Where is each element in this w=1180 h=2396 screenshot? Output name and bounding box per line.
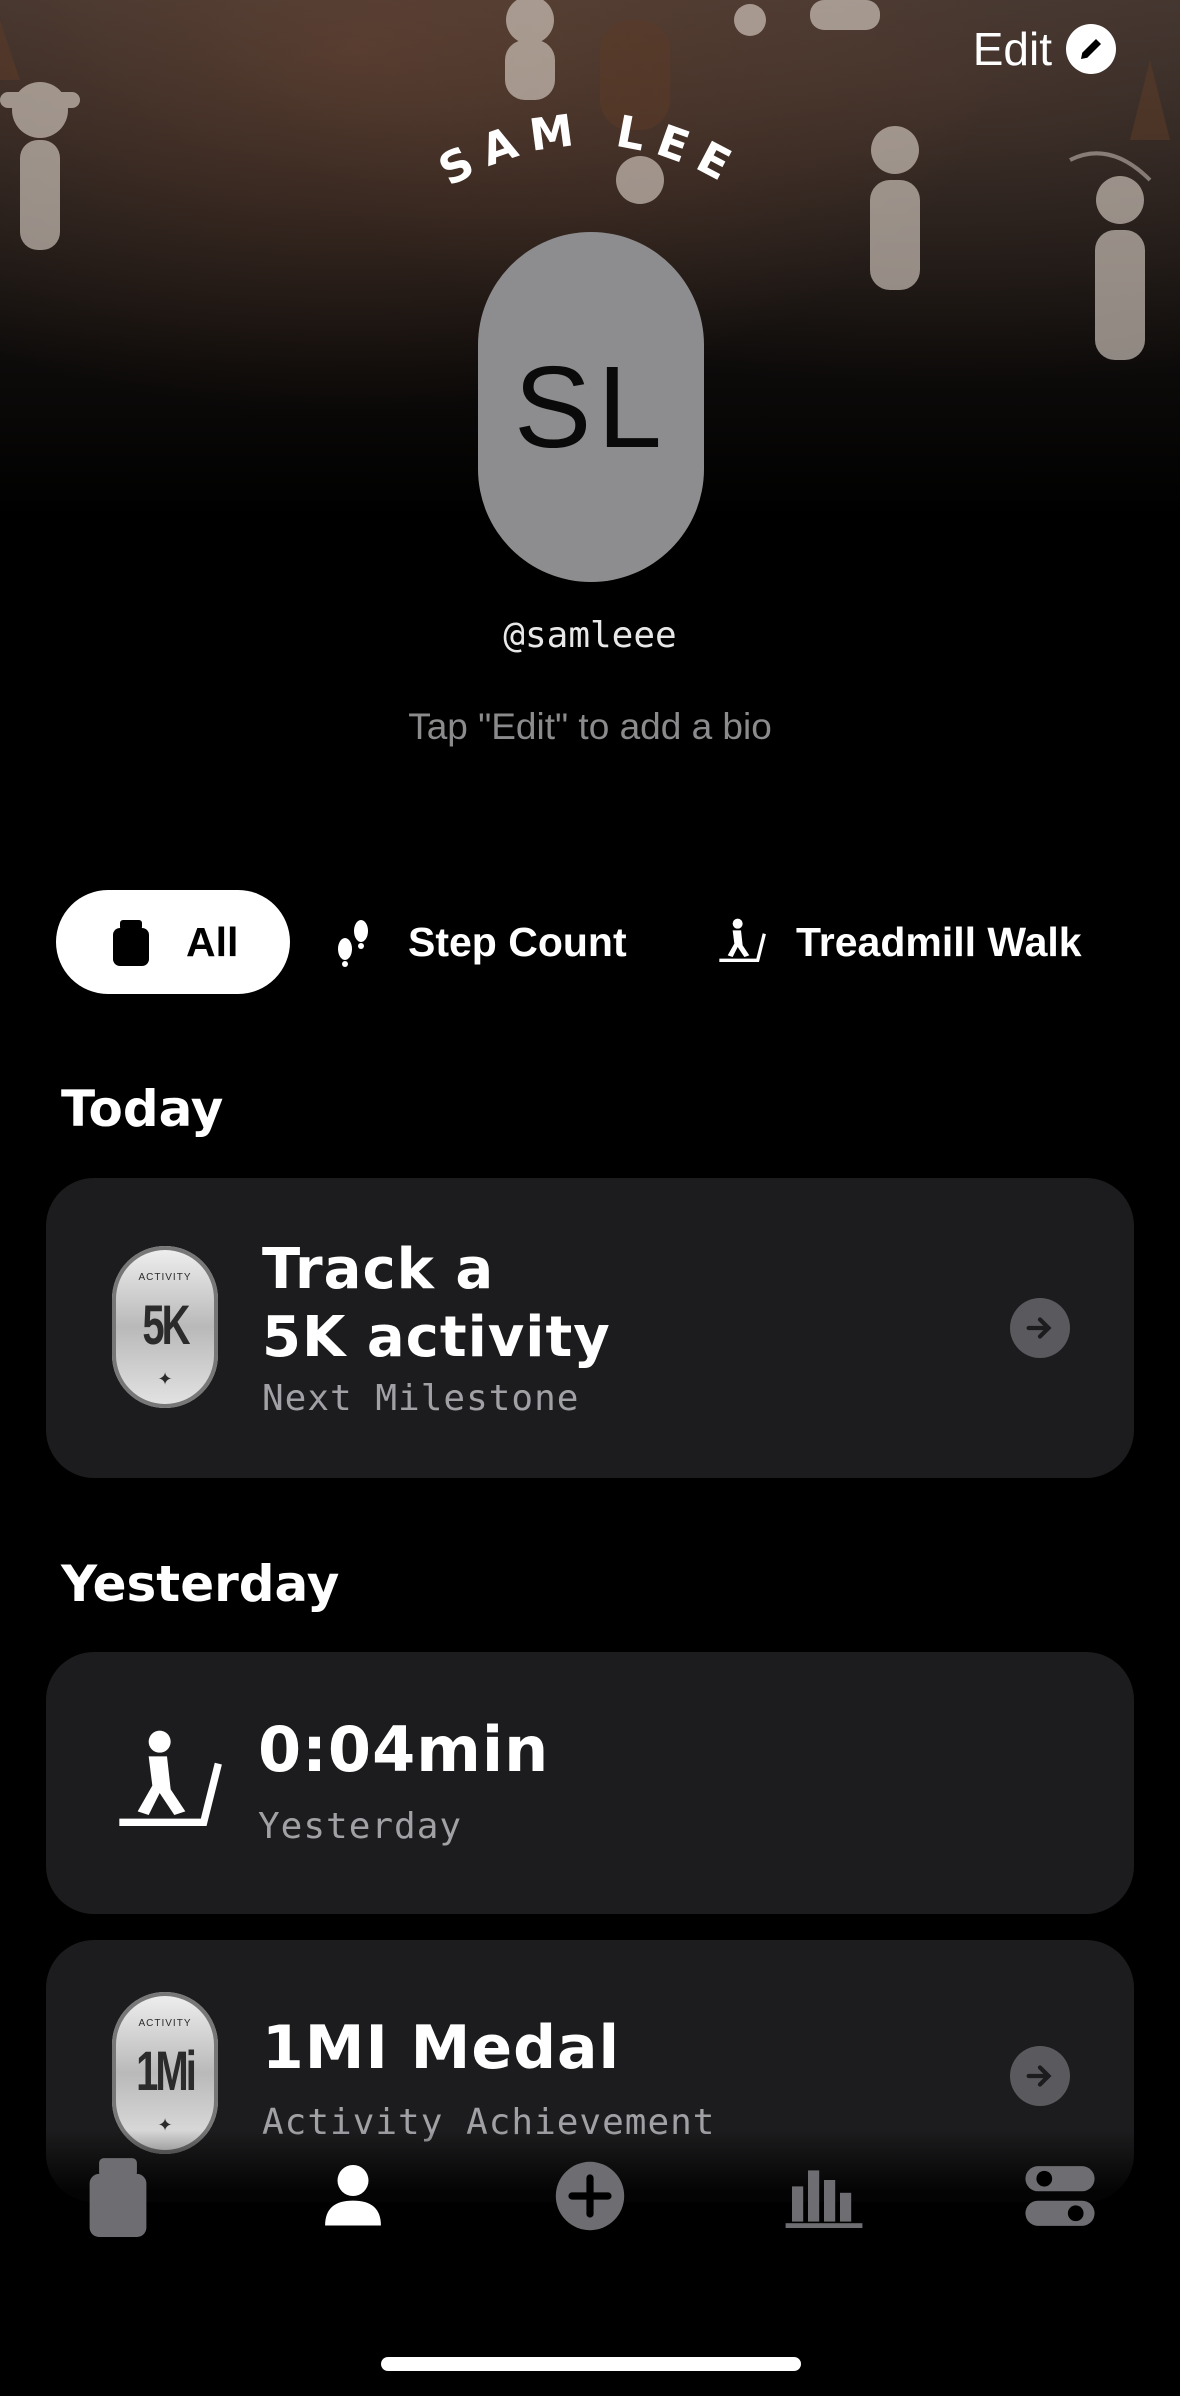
profile-name: SAM LEE — [431, 104, 738, 197]
edit-button[interactable]: Edit — [973, 22, 1116, 76]
bio-placeholder[interactable]: Tap "Edit" to add a bio — [0, 706, 1180, 748]
profile-handle: @samleee — [503, 615, 677, 656]
feed-tab[interactable] — [78, 2156, 158, 2237]
svg-text:SAM LEE: SAM LEE — [431, 104, 750, 197]
footsteps-icon — [328, 917, 378, 967]
bar-chart-icon — [785, 2170, 863, 2228]
stats-tab[interactable] — [784, 2156, 864, 2236]
pencil-icon — [1066, 24, 1116, 74]
milestone-subtitle: Next Milestone — [262, 1378, 580, 1419]
plus-circle-icon — [555, 2161, 625, 2231]
toggles-icon — [1025, 2166, 1095, 2226]
settings-tab[interactable] — [1020, 2156, 1100, 2236]
tab-bar — [0, 2130, 1180, 2280]
medal-caption: ACTIVITY — [138, 1272, 192, 1283]
filter-chip-treadmill-walk[interactable]: Treadmill Walk — [716, 890, 1082, 994]
activity-duration: 0:04min — [258, 1713, 550, 1786]
section-title-yesterday: Yesterday — [61, 1555, 340, 1613]
arrow-right-icon[interactable] — [1010, 1298, 1070, 1358]
medal-label: 5K — [142, 1295, 190, 1357]
profile-tab[interactable] — [313, 2156, 393, 2236]
filter-chip-all[interactable]: All — [56, 890, 291, 994]
activity-icon — [89, 2158, 147, 2237]
person-icon — [325, 2165, 381, 2226]
milestone-card[interactable]: ACTIVITY 5K ✦ Track a 5K activity Next M… — [46, 1178, 1134, 1478]
milestone-title-line2: 5K activity — [262, 1305, 611, 1370]
profile-name-arched: SAM LEE — [431, 104, 750, 197]
filter-label: All — [186, 918, 239, 965]
medal-5k-icon: ACTIVITY 5K ✦ — [112, 1246, 218, 1408]
avatar[interactable]: SL — [478, 232, 704, 582]
home-indicator — [381, 2357, 801, 2371]
medal-label: 1Mi — [136, 2041, 197, 2103]
treadmill-icon — [716, 917, 766, 967]
filter-chip-step-count[interactable]: Step Count — [328, 890, 627, 994]
medal-runner-icon: ✦ — [157, 1369, 173, 1389]
milestone-title-line1: Track a — [262, 1237, 495, 1302]
activity-date: Yesterday — [258, 1806, 463, 1847]
filter-label: Step Count — [408, 918, 627, 965]
add-tab[interactable] — [550, 2156, 630, 2236]
activity-card[interactable]: 0:04min Yesterday — [46, 1652, 1134, 1914]
avatar-initials: SL — [514, 342, 668, 472]
medal-caption: ACTIVITY — [138, 2018, 192, 2029]
section-title-today: Today — [61, 1080, 224, 1138]
edit-label: Edit — [972, 23, 1052, 75]
activity-filter-bar: All Step Count Treadmill Walk — [56, 890, 1156, 994]
filter-label: Treadmill Walk — [796, 918, 1082, 965]
milestone-title: Track a 5K activity — [262, 1236, 611, 1372]
arrow-right-icon[interactable] — [1010, 2046, 1070, 2106]
treadmill-icon — [112, 1726, 222, 1838]
achievement-title: 1MI Medal — [262, 2013, 621, 2083]
activity-icon — [106, 917, 156, 967]
